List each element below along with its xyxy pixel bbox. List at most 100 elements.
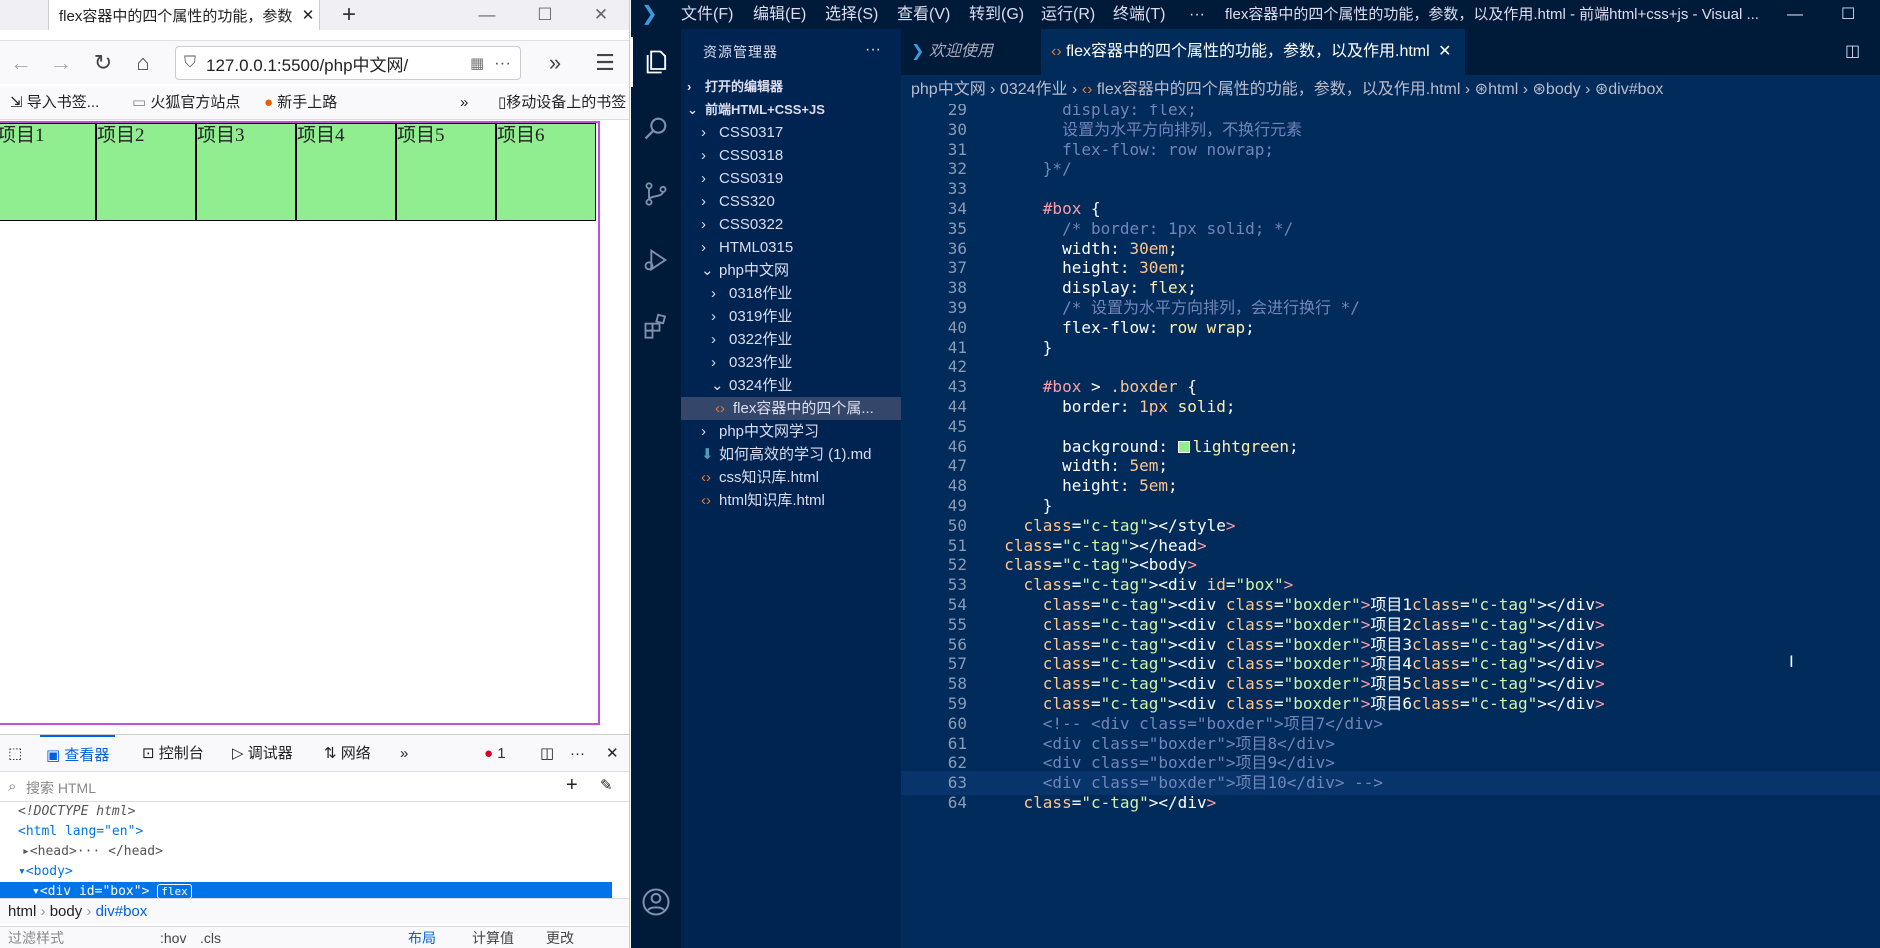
- flex-badge[interactable]: flex: [157, 884, 192, 899]
- breadcrumb-div-box[interactable]: div#box: [96, 903, 148, 920]
- tree-item[interactable]: ‹› css知识库.html: [681, 466, 901, 489]
- menu-selection[interactable]: 选择(S): [825, 0, 878, 29]
- hov-toggle[interactable]: :hov: [160, 927, 186, 948]
- minimize-icon[interactable]: —: [1787, 0, 1803, 29]
- breadcrumb-html[interactable]: ⊛html: [1475, 81, 1519, 98]
- extensions-icon[interactable]: [631, 301, 681, 351]
- menu-view[interactable]: 查看(V): [897, 0, 950, 29]
- run-debug-icon[interactable]: [631, 235, 681, 285]
- tab-changes[interactable]: 更改: [546, 927, 574, 948]
- new-tab-icon[interactable]: +: [334, 0, 364, 30]
- tree-item[interactable]: › HTML0315: [681, 236, 901, 259]
- menu-icon[interactable]: ☰: [588, 41, 622, 85]
- tree-item[interactable]: ⌄ 0324作业: [681, 374, 901, 397]
- breadcrumb-div-box[interactable]: ⊛div#box: [1595, 81, 1664, 98]
- flex-item-4[interactable]: 项目4: [296, 123, 396, 221]
- more-actions-icon[interactable]: ···: [865, 41, 881, 59]
- tab-active-file[interactable]: ‹› flex容器中的四个属性的功能，参数，以及作用.html ✕: [1041, 29, 1465, 75]
- menu-more[interactable]: ···: [1189, 0, 1205, 29]
- source-control-icon[interactable]: [631, 169, 681, 219]
- tree-item[interactable]: ⬇ 如何高效的学习 (1).md: [681, 443, 901, 466]
- tab-inspector[interactable]: ▣ 查看器: [40, 735, 116, 773]
- tab-layout[interactable]: 布局: [408, 927, 436, 948]
- error-badge[interactable]: ● 1: [484, 735, 506, 773]
- flex-item-1[interactable]: 项目1: [0, 123, 96, 221]
- home-icon[interactable]: ⌂: [126, 41, 160, 85]
- breadcrumb-html[interactable]: html: [8, 903, 36, 920]
- tree-item[interactable]: ⌄ php中文网: [681, 259, 901, 282]
- cls-toggle[interactable]: .cls: [200, 927, 221, 948]
- tree-item[interactable]: › CSS0319: [681, 167, 901, 190]
- tree-item[interactable]: ‹› html知识库.html: [681, 489, 901, 512]
- menu-terminal[interactable]: 终端(T): [1113, 0, 1165, 29]
- menu-go[interactable]: 转到(G): [969, 0, 1024, 29]
- qrcode-icon[interactable]: ▦: [470, 54, 494, 72]
- reload-icon[interactable]: ↻: [86, 41, 120, 85]
- code-line[interactable]: 64 class="c-tag"></div>: [901, 791, 1880, 815]
- element-picker-icon[interactable]: ⬚: [8, 735, 22, 773]
- explorer-icon[interactable]: [631, 37, 681, 87]
- tab-computed[interactable]: 计算值: [472, 927, 514, 948]
- tree-item[interactable]: › php中文网学习: [681, 420, 901, 443]
- add-node-icon[interactable]: +: [566, 774, 578, 797]
- breadcrumb-body[interactable]: body: [50, 903, 83, 920]
- tree-item[interactable]: › CSS0322: [681, 213, 901, 236]
- devtools-more-icon[interactable]: »: [400, 735, 408, 773]
- tree-item[interactable]: › CSS320: [681, 190, 901, 213]
- tree-item[interactable]: › CSS0318: [681, 144, 901, 167]
- tab-console[interactable]: ⊡ 控制台: [142, 735, 204, 773]
- page-actions-icon[interactable]: ···: [494, 53, 520, 73]
- tree-item[interactable]: › 0322作业: [681, 328, 901, 351]
- url-bar[interactable]: ⛉ 127.0.0.1:5500/php中文网/ ▦ ···: [175, 46, 521, 80]
- tree-item[interactable]: › 0323作业: [681, 351, 901, 374]
- maximize-icon[interactable]: ☐: [516, 0, 574, 30]
- bookmark-import[interactable]: ⇲ 导入书签...: [10, 86, 99, 120]
- flex-item-2[interactable]: 项目2: [96, 123, 196, 221]
- browser-tab-active[interactable]: flex容器中的四个属性的功能，参数 ✕: [48, 0, 320, 30]
- menu-file[interactable]: 文件(F): [681, 0, 733, 29]
- dom-head[interactable]: ▸<head>··· </head>: [0, 842, 612, 862]
- filter-styles-input[interactable]: 过滤样式: [8, 927, 64, 948]
- flex-item-6[interactable]: 项目6: [496, 123, 596, 221]
- bookmark-newbie[interactable]: ● 新手上路: [264, 86, 337, 120]
- breadcrumb-folder[interactable]: php中文网: [911, 81, 986, 98]
- tab-network[interactable]: ⇅ 网络: [324, 735, 371, 773]
- forward-icon[interactable]: →: [44, 41, 78, 85]
- tree-item[interactable]: › CSS0317: [681, 121, 901, 144]
- tab-welcome[interactable]: ❯ 欢迎使用: [901, 29, 1003, 75]
- code-editor[interactable]: 29 display: flex; 30 设置为水平方向排列，不换行元素 31 fl…: [901, 104, 1880, 948]
- breadcrumb-body[interactable]: ⊛body: [1533, 81, 1581, 98]
- dock-icon[interactable]: ◫: [540, 735, 554, 773]
- breadcrumb-file[interactable]: flex容器中的四个属性的功能，参数，以及作用.html: [1097, 81, 1461, 98]
- close-tab-icon[interactable]: ✕: [1438, 43, 1451, 60]
- close-window-icon[interactable]: ✕: [572, 0, 629, 30]
- bookmarks-overflow-icon[interactable]: »: [460, 86, 468, 120]
- split-editor-icon[interactable]: ◫: [1845, 41, 1860, 61]
- eyedropper-icon[interactable]: ✎: [600, 776, 613, 794]
- flex-item-3[interactable]: 项目3: [196, 123, 296, 221]
- tree-item[interactable]: › 0318作业: [681, 282, 901, 305]
- search-icon[interactable]: [631, 103, 681, 153]
- breadcrumb-subfolder[interactable]: 0324作业: [1000, 81, 1068, 98]
- devtools-menu-icon[interactable]: ···: [570, 735, 585, 773]
- menu-run[interactable]: 运行(R): [1041, 0, 1095, 29]
- tree-item[interactable]: › 0319作业: [681, 305, 901, 328]
- minimize-icon[interactable]: —: [458, 0, 516, 30]
- account-icon[interactable]: [631, 877, 681, 927]
- devtools-close-icon[interactable]: ✕: [606, 735, 619, 773]
- flex-item-5[interactable]: 项目5: [396, 123, 496, 221]
- bookmark-official[interactable]: ▭ 火狐官方站点: [132, 86, 240, 120]
- tab-debugger[interactable]: ▷ 调试器: [232, 735, 293, 773]
- search-html-input[interactable]: 搜索 HTML: [26, 778, 96, 798]
- maximize-icon[interactable]: ☐: [1841, 0, 1855, 29]
- back-icon[interactable]: ←: [4, 41, 38, 85]
- menu-edit[interactable]: 编辑(E): [753, 0, 806, 29]
- dom-body[interactable]: ▾<body>: [0, 862, 612, 882]
- dom-doctype[interactable]: <!DOCTYPE html>: [0, 802, 612, 822]
- bookmark-mobile[interactable]: ▯移动设备上的书签: [498, 86, 626, 120]
- html-search[interactable]: ⌕ 搜索 HTML + ✎: [0, 772, 629, 802]
- tree-item[interactable]: › 打开的编辑器: [681, 75, 901, 98]
- tree-item[interactable]: ‹› flex容器中的四个属...: [681, 397, 901, 420]
- dom-html[interactable]: <html lang="en">: [0, 822, 612, 842]
- overflow-icon[interactable]: »: [538, 41, 572, 85]
